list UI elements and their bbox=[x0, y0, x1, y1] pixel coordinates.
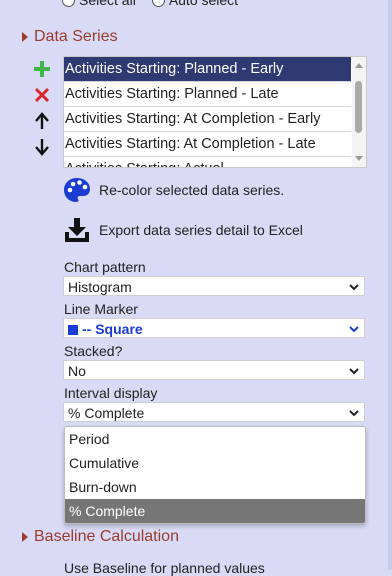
chevron-down-icon bbox=[349, 410, 359, 417]
baseline-calculation-header[interactable]: Baseline Calculation bbox=[22, 528, 179, 546]
selection-radio-row: Select all Auto select bbox=[62, 0, 246, 9]
data-series-list[interactable]: Activities Starting: Planned - Early Act… bbox=[63, 56, 367, 168]
stacked-label: Stacked? bbox=[64, 343, 123, 359]
delete-series-button[interactable] bbox=[30, 84, 54, 106]
chart-pattern-select[interactable]: Histogram bbox=[63, 276, 365, 296]
arrow-down-icon bbox=[35, 139, 49, 156]
list-item[interactable]: Activities Starting: Planned - Late bbox=[64, 82, 351, 107]
arrow-up-icon bbox=[35, 112, 49, 129]
use-baseline-label: Use Baseline for planned values bbox=[64, 560, 265, 576]
recolor-label: Re-color selected data series. bbox=[99, 182, 285, 198]
dropdown-option-period[interactable]: Period bbox=[65, 427, 365, 451]
add-series-button[interactable] bbox=[30, 58, 54, 80]
interval-display-label: Interval display bbox=[64, 385, 158, 401]
export-label: Export data series detail to Excel bbox=[99, 222, 303, 238]
interval-display-dropdown[interactable]: Period Cumulative Burn-down % Complete bbox=[64, 426, 366, 524]
chevron-down-icon bbox=[349, 326, 359, 333]
export-excel-button[interactable]: Export data series detail to Excel bbox=[63, 217, 303, 243]
square-marker-icon bbox=[68, 325, 78, 335]
expand-triangle-icon bbox=[22, 32, 28, 42]
data-series-title: Data Series bbox=[34, 28, 118, 45]
scroll-thumb[interactable] bbox=[355, 81, 362, 133]
list-item[interactable]: Activities Starting: Planned - Early bbox=[64, 57, 351, 82]
scroll-down-icon[interactable] bbox=[355, 156, 363, 161]
data-series-header[interactable]: Data Series bbox=[22, 28, 118, 46]
list-item[interactable]: Activities Starting: Actual bbox=[64, 157, 351, 167]
chevron-down-icon bbox=[349, 284, 359, 291]
download-icon bbox=[65, 218, 89, 242]
line-marker-select[interactable]: -- Square bbox=[63, 318, 365, 338]
auto-select-option[interactable]: Auto select bbox=[151, 0, 239, 8]
dropdown-option-burn-down[interactable]: Burn-down bbox=[65, 475, 365, 499]
scroll-up-icon[interactable] bbox=[355, 63, 363, 68]
select-all-option[interactable]: Select all bbox=[62, 0, 136, 8]
baseline-calculation-title: Baseline Calculation bbox=[34, 528, 179, 545]
stacked-select[interactable]: No bbox=[63, 360, 365, 380]
stacked-value: No bbox=[68, 363, 86, 379]
expand-triangle-icon bbox=[22, 532, 28, 542]
close-icon bbox=[34, 87, 50, 103]
panel-right-border bbox=[388, 0, 392, 570]
list-item[interactable]: Activities Starting: At Completion - Lat… bbox=[64, 132, 351, 157]
line-marker-label: Line Marker bbox=[64, 301, 138, 317]
dropdown-option-cumulative[interactable]: Cumulative bbox=[65, 451, 365, 475]
dropdown-option-percent-complete[interactable]: % Complete bbox=[65, 499, 365, 523]
chart-pattern-label: Chart pattern bbox=[64, 259, 146, 275]
list-scrollbar[interactable] bbox=[352, 57, 366, 167]
plus-icon bbox=[34, 61, 50, 77]
select-all-label: Select all bbox=[79, 0, 136, 8]
auto-select-radio[interactable] bbox=[151, 0, 165, 7]
chart-pattern-value: Histogram bbox=[68, 279, 132, 295]
move-down-button[interactable] bbox=[30, 136, 54, 158]
interval-display-value: % Complete bbox=[68, 405, 145, 421]
move-up-button[interactable] bbox=[30, 110, 54, 132]
select-all-radio[interactable] bbox=[62, 0, 75, 7]
auto-select-label: Auto select bbox=[168, 0, 239, 8]
recolor-series-button[interactable]: Re-color selected data series. bbox=[63, 177, 284, 203]
chevron-down-icon bbox=[349, 368, 359, 375]
palette-icon bbox=[64, 178, 90, 202]
list-item[interactable]: Activities Starting: At Completion - Ear… bbox=[64, 107, 351, 132]
line-marker-value: -- Square bbox=[82, 321, 143, 337]
interval-display-select[interactable]: % Complete bbox=[63, 402, 365, 422]
